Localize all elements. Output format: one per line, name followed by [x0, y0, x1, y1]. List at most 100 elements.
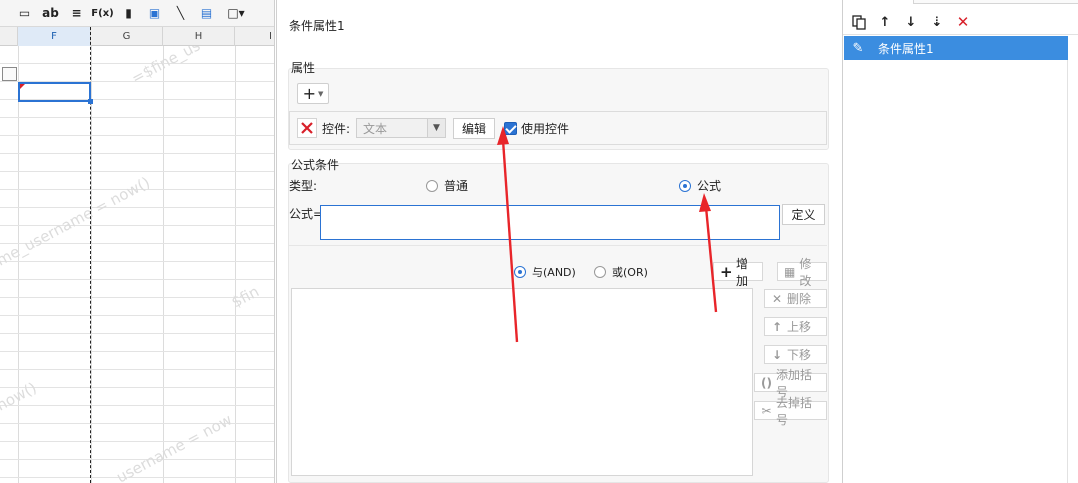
modify-button[interactable]: ▦ 修改 — [777, 257, 827, 288]
grid-column-line — [163, 46, 164, 483]
arrow-up-icon: ↑ — [771, 319, 783, 334]
add-property-button[interactable]: + ▼ — [297, 83, 329, 104]
condition-list-panel: ↑ ↓ ⇣ ✕ ✎ 条件属性1 — [842, 0, 1078, 483]
radio-selected-icon[interactable] — [679, 179, 691, 192]
chevron-down-icon: ▼ — [318, 89, 324, 98]
formula-fx-icon[interactable]: F(x) — [91, 5, 113, 22]
column-header-row: F G H I — [0, 27, 274, 46]
grid-row-line — [0, 441, 274, 442]
edit-button[interactable]: 编辑 — [453, 118, 495, 139]
logic-and-label: 与(AND) — [532, 266, 576, 279]
pencil-icon: ✎ — [852, 40, 864, 56]
copy-icon[interactable] — [851, 14, 867, 30]
grid-row-line — [0, 189, 274, 190]
divider — [289, 245, 827, 246]
type-formula-label: 公式 — [697, 179, 722, 193]
logic-and-radio[interactable]: 与(AND) — [514, 264, 576, 280]
type-label: 类型: — [289, 179, 318, 193]
remove-brackets-icon: ✂ — [761, 403, 772, 418]
grid-row-line — [0, 135, 274, 136]
label-ab-icon[interactable]: ab — [42, 5, 59, 22]
control-label: 控件: — [322, 122, 351, 136]
corner-cell — [0, 27, 18, 46]
move-down-button[interactable]: ↓ 下移 — [764, 345, 827, 364]
define-button[interactable]: 定义 — [782, 204, 825, 225]
image-icon[interactable]: ▣ — [146, 5, 163, 22]
move-up-label: 上移 — [787, 320, 812, 334]
checkbox-checked-icon[interactable] — [504, 122, 517, 135]
modify-label: 修改 — [799, 256, 812, 288]
grid-row-line — [0, 117, 274, 118]
close-icon — [301, 122, 313, 134]
condition-list-item[interactable]: ✎ 条件属性1 — [844, 36, 1068, 60]
delete-x-icon[interactable]: ✕ — [955, 13, 971, 31]
arrow-down-icon: ↓ — [771, 347, 783, 362]
grid-row-line — [0, 333, 274, 334]
type-formula-radio[interactable]: 公式 — [679, 177, 721, 194]
move-down-label: 下移 — [787, 348, 812, 362]
dialog-title: 条件属性1 — [289, 19, 345, 33]
remove-brackets-label: 去掉括号 — [776, 395, 813, 427]
condition-item-label: 条件属性1 — [878, 41, 934, 56]
panel-top-strip — [913, 0, 1078, 4]
grid-row-line — [0, 405, 274, 406]
type-normal-label: 普通 — [444, 179, 469, 193]
delete-label: 删除 — [787, 292, 812, 306]
grid-column-line — [235, 46, 236, 483]
column-header-f[interactable]: F — [18, 27, 91, 46]
radio-icon[interactable] — [594, 266, 606, 278]
grid-row-line — [0, 387, 274, 388]
selected-cell[interactable] — [18, 82, 91, 102]
grid-row-line — [0, 315, 274, 316]
grid-row-line — [0, 297, 274, 298]
slash-line-icon[interactable]: ╲ — [172, 5, 189, 22]
grid-column-line — [91, 46, 92, 483]
column-header-g[interactable]: G — [91, 27, 163, 46]
formula-condition-label: 公式条件 — [291, 158, 340, 172]
column-header-i[interactable]: I — [235, 27, 274, 46]
logic-or-radio[interactable]: 或(OR) — [594, 264, 648, 280]
grid-row-line — [0, 63, 274, 64]
grid-column-line — [18, 46, 19, 483]
grid-row-line — [0, 153, 274, 154]
arrow-up-icon[interactable]: ↑ — [877, 14, 893, 30]
add-brackets-button[interactable]: () 添加括号 — [754, 368, 827, 399]
align-lines-icon[interactable]: ≡ — [68, 5, 85, 22]
use-control-checkbox[interactable]: 使用控件 — [504, 120, 569, 137]
control-type-value: 文本 — [363, 121, 388, 136]
grid-row-line — [0, 477, 274, 478]
grid-row-line — [0, 423, 274, 424]
floating-widget-icon[interactable] — [2, 67, 17, 81]
property-group-label: 属性 — [291, 61, 316, 75]
plus-icon: + — [720, 262, 733, 281]
condition-list[interactable] — [291, 288, 753, 476]
use-control-label: 使用控件 — [521, 122, 570, 136]
condition-list-body[interactable] — [844, 60, 1068, 483]
border-box-icon[interactable]: □▾ — [224, 5, 248, 22]
panel-toolbar: ↑ ↓ ⇣ ✕ — [843, 10, 1078, 35]
delete-button[interactable]: ✕ 删除 — [764, 289, 827, 308]
remove-brackets-button[interactable]: ✂ 去掉括号 — [754, 396, 827, 427]
cell-grid[interactable] — [0, 46, 274, 483]
plus-icon: + — [302, 84, 316, 103]
type-normal-radio[interactable]: 普通 — [426, 177, 468, 194]
chevron-down-icon[interactable]: ▼ — [427, 119, 445, 137]
spreadsheet-area: ▭ ab ≡ F(x) ▮ ▣ ╲ ▤ □▾ F G H I =$fine_us… — [0, 0, 275, 483]
radio-icon[interactable] — [426, 179, 438, 192]
arrow-down-icon[interactable]: ↓ — [903, 14, 919, 30]
move-to-bottom-icon[interactable]: ⇣ — [929, 14, 945, 30]
bar-chart-icon[interactable]: ▮ — [120, 5, 137, 22]
add-condition-button[interactable]: + 增加 — [713, 257, 763, 288]
text-field-icon[interactable]: ▭ — [16, 5, 33, 22]
sheet-toolbar: ▭ ab ≡ F(x) ▮ ▣ ╲ ▤ □▾ — [0, 0, 274, 27]
document-icon[interactable]: ▤ — [198, 5, 215, 22]
column-header-h[interactable]: H — [163, 27, 235, 46]
control-type-select[interactable]: 文本 ▼ — [356, 118, 446, 138]
brackets-icon: () — [761, 375, 772, 390]
fill-handle[interactable] — [88, 99, 93, 104]
formula-input[interactable] — [320, 205, 780, 240]
grid-row-line — [0, 351, 274, 352]
move-up-button[interactable]: ↑ 上移 — [764, 317, 827, 336]
delete-control-button[interactable] — [297, 118, 317, 138]
radio-selected-icon[interactable] — [514, 266, 526, 278]
